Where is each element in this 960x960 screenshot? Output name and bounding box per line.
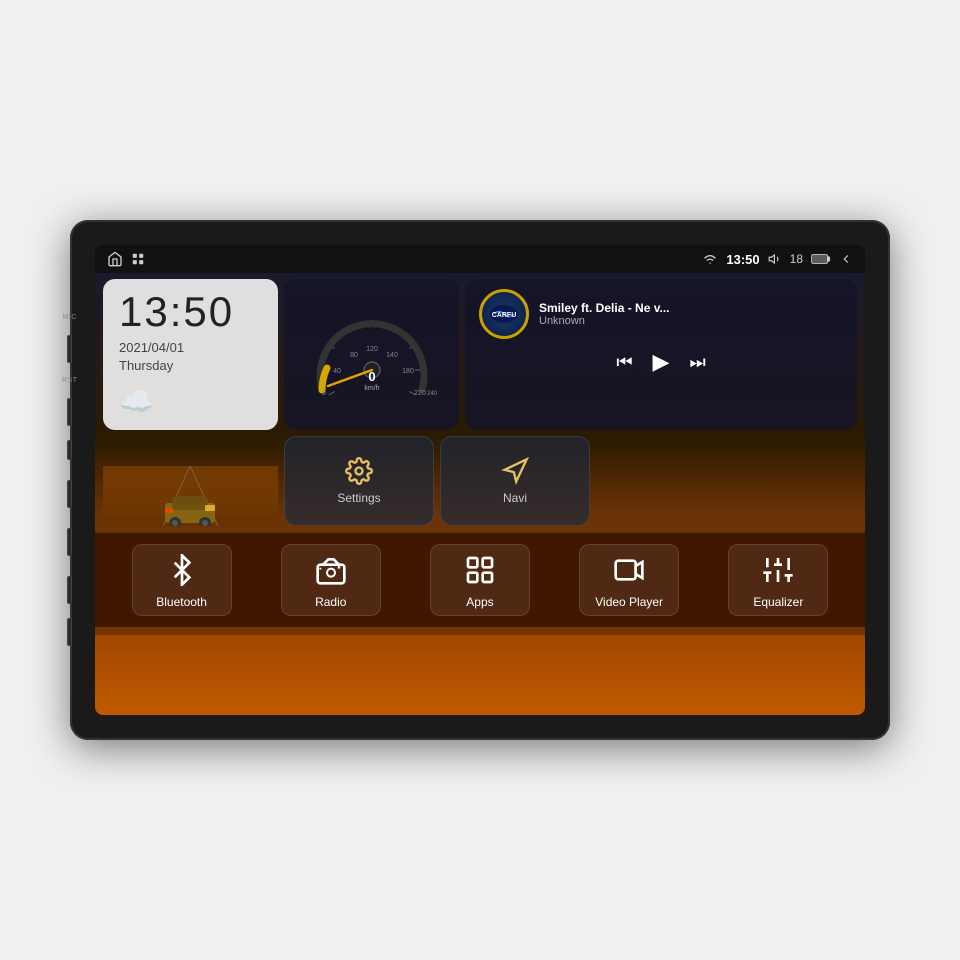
rst-button[interactable]: [67, 398, 72, 426]
back-side-button[interactable]: [67, 528, 72, 556]
music-artist: Unknown: [539, 315, 843, 327]
music-logo: CARFU: [479, 289, 529, 339]
svg-text:km/h: km/h: [364, 385, 379, 392]
equalizer-label: Equalizer: [753, 595, 803, 609]
apps-icon-wrapper: [461, 551, 499, 589]
music-info: Smiley ft. Delia - Ne v... Unknown: [539, 301, 843, 327]
speedometer-widget: 0 40 80 120 140 180 220 240: [284, 279, 459, 430]
bluetooth-app-item[interactable]: Bluetooth: [132, 544, 232, 616]
video-player-icon: [613, 554, 645, 586]
bluetooth-icon: [166, 554, 198, 586]
navi-label: Navi: [503, 491, 527, 505]
svg-text:0: 0: [322, 390, 326, 397]
side-buttons: MIC RST: [62, 314, 78, 646]
equalizer-icon-wrapper: [759, 551, 797, 589]
home-icon[interactable]: [107, 251, 123, 267]
svg-text:180: 180: [402, 368, 414, 375]
radio-icon-wrapper: [312, 551, 350, 589]
radio-app-item[interactable]: Radio: [281, 544, 381, 616]
radio-icon: [315, 554, 347, 586]
status-bar: 13:50 18: [95, 245, 865, 273]
navi-widget[interactable]: Navi: [440, 436, 590, 526]
radio-label: Radio: [315, 595, 346, 609]
volume-icon: [768, 252, 782, 266]
settings-label: Settings: [337, 491, 380, 505]
svg-text:CARFU: CARFU: [492, 312, 517, 319]
screen: 13:50 18: [95, 245, 865, 715]
equalizer-icon: [762, 554, 794, 586]
status-right: 13:50 18: [702, 252, 853, 267]
prev-button[interactable]: ⏮: [616, 352, 632, 373]
video-player-label: Video Player: [595, 595, 663, 609]
car-road-widget: [103, 436, 278, 526]
svg-text:120: 120: [366, 346, 378, 353]
svg-text:80: 80: [350, 352, 358, 359]
svg-text:40: 40: [333, 368, 341, 375]
widgets-row: 13:50 2021/04/01 Thursday ☁️: [95, 273, 865, 436]
app-bar: Bluetooth Radio: [95, 532, 865, 627]
settings-widget[interactable]: Settings: [284, 436, 434, 526]
settings-icon: [345, 457, 373, 485]
svg-text:220: 220: [414, 390, 426, 397]
weather-icon: ☁️: [119, 385, 262, 418]
bluetooth-icon-wrapper: [163, 551, 201, 589]
mic-label: MIC: [63, 314, 77, 321]
music-widget: CARFU Smiley ft. Delia - Ne v... Unknown…: [465, 279, 857, 430]
apps-grid-icon[interactable]: [131, 252, 145, 266]
music-top: CARFU Smiley ft. Delia - Ne v... Unknown: [479, 289, 843, 339]
clock-time: 13:50: [119, 291, 262, 333]
apps-app-item[interactable]: Apps: [430, 544, 530, 616]
video-icon-wrapper: [610, 551, 648, 589]
clock-date: 2021/04/01 Thursday: [119, 339, 262, 375]
battery-icon: [811, 253, 831, 265]
rst-label: RST: [62, 377, 78, 384]
vol-up-button[interactable]: [67, 618, 72, 646]
clock-widget: 13:50 2021/04/01 Thursday ☁️: [103, 279, 278, 430]
navigation-icon: [501, 457, 529, 485]
play-button[interactable]: ▶: [653, 349, 670, 375]
status-time: 13:50: [726, 252, 759, 267]
main-content: 13:50 2021/04/01 Thursday ☁️: [95, 273, 865, 715]
wifi-icon: [702, 253, 718, 265]
power-button[interactable]: [67, 440, 72, 460]
apps-icon: [464, 554, 496, 586]
bluetooth-label: Bluetooth: [156, 595, 207, 609]
svg-text:240: 240: [426, 391, 437, 397]
speedometer-svg: 0 40 80 120 140 180 220 240: [302, 305, 442, 405]
volume-level: 18: [790, 252, 803, 266]
music-title: Smiley ft. Delia - Ne v...: [539, 301, 843, 315]
mic-button[interactable]: [67, 335, 72, 363]
music-controls: ⏮ ▶ ⏭: [479, 349, 843, 375]
vol-down-button[interactable]: [67, 576, 72, 604]
next-button[interactable]: ⏭: [689, 352, 705, 373]
svg-text:0: 0: [368, 369, 375, 384]
video-player-app-item[interactable]: Video Player: [579, 544, 679, 616]
power-button-group: [67, 440, 72, 460]
back-icon[interactable]: [839, 252, 853, 266]
second-row: Settings Navi: [95, 436, 865, 532]
device: MIC RST: [70, 220, 890, 740]
road-scene: [103, 466, 278, 526]
carfu-logo-icon: CARFU: [489, 304, 519, 324]
equalizer-app-item[interactable]: Equalizer: [728, 544, 828, 616]
apps-label: Apps: [466, 595, 493, 609]
road-svg: [103, 466, 278, 526]
svg-text:140: 140: [386, 352, 398, 359]
status-left: [107, 251, 145, 267]
home-side-button[interactable]: [67, 480, 72, 508]
